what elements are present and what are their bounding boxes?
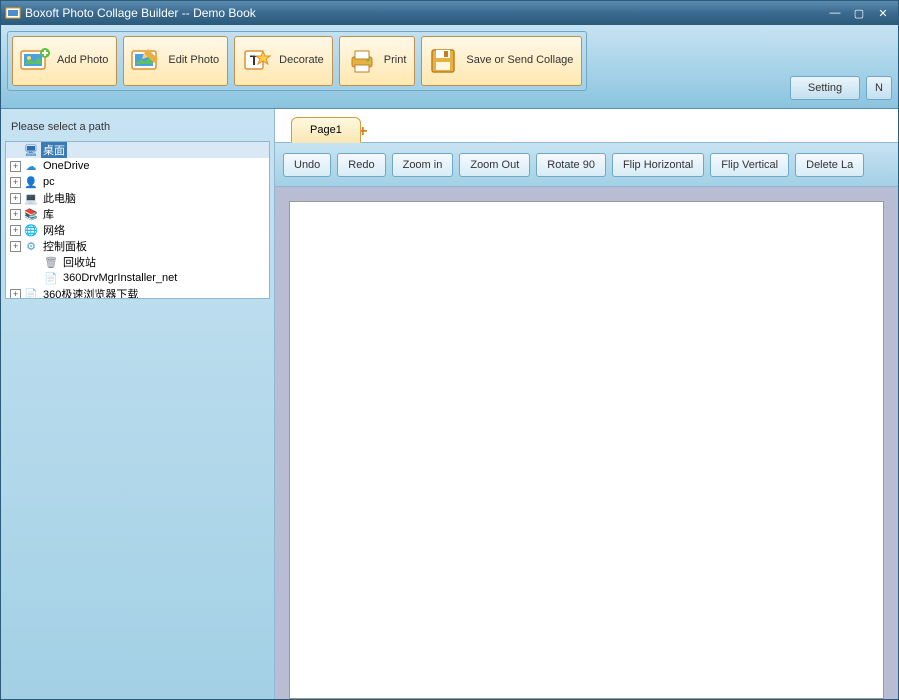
tab-page1[interactable]: Page1	[291, 117, 361, 143]
tree-expander-icon	[10, 145, 21, 156]
recycle-icon: 🗑	[43, 255, 59, 269]
network-icon: 🌐	[23, 223, 39, 237]
canvas-area	[275, 187, 898, 699]
library-icon: 📚	[23, 207, 39, 221]
tree-item-2[interactable]: +👤pc	[6, 174, 269, 190]
flip-vertical-button[interactable]: Flip Vertical	[710, 153, 789, 177]
tree-item-8[interactable]: 📄360DrvMgrInstaller_net	[6, 270, 269, 286]
tree-item-7[interactable]: 🗑回收站	[6, 254, 269, 270]
tree-expander-icon[interactable]: +	[10, 177, 21, 188]
add-photo-label: Add Photo	[57, 54, 108, 67]
flip-horizontal-button[interactable]: Flip Horizontal	[612, 153, 704, 177]
page-tabs: Page1 +	[275, 109, 898, 143]
tree-item-label: 桌面	[41, 142, 67, 158]
tree-item-9[interactable]: +📄360极速浏览器下载	[6, 286, 269, 299]
decorate-button[interactable]: T Decorate	[234, 36, 333, 86]
tree-expander-icon	[30, 273, 41, 284]
right-panel: Page1 + Undo Redo Zoom in Zoom Out Rotat…	[275, 109, 898, 699]
undo-button[interactable]: Undo	[283, 153, 331, 177]
app-window: Boxoft Photo Collage Builder -- Demo Boo…	[0, 0, 899, 700]
tree-item-0[interactable]: 🖥桌面	[6, 142, 269, 158]
main-toolbar: Add Photo Edit Photo T Decorate Print	[1, 25, 898, 109]
print-icon	[344, 43, 380, 79]
user-icon: 👤	[23, 175, 39, 189]
folder-tree[interactable]: 🖥桌面+☁OneDrive+👤pc+💻此电脑+📚库+🌐网络+⚙控制面板🗑回收站📄…	[5, 141, 270, 299]
tree-expander-icon[interactable]: +	[10, 193, 21, 204]
desktop-icon: 🖥	[23, 143, 39, 157]
left-panel: Please select a path 🖥桌面+☁OneDrive+👤pc+💻…	[1, 109, 275, 699]
tree-item-label: 控制面板	[41, 238, 87, 254]
svg-text:T: T	[250, 52, 259, 68]
zoom-out-button[interactable]: Zoom Out	[459, 153, 530, 177]
tree-item-6[interactable]: +⚙控制面板	[6, 238, 269, 254]
cloud-icon: ☁	[23, 159, 39, 173]
tree-item-label: 此电脑	[41, 190, 76, 206]
file-icon: 📄	[23, 287, 39, 299]
decorate-icon: T	[239, 43, 275, 79]
setting-button[interactable]: Setting	[790, 76, 860, 100]
next-button[interactable]: N	[866, 76, 892, 100]
window-title: Boxoft Photo Collage Builder -- Demo Boo…	[25, 6, 824, 20]
window-controls: — ▢ ✕	[824, 4, 894, 22]
edit-photo-button[interactable]: Edit Photo	[123, 36, 228, 86]
tree-item-label: 网络	[41, 222, 65, 238]
tree-item-5[interactable]: +🌐网络	[6, 222, 269, 238]
save-icon	[426, 43, 462, 79]
tree-expander-icon[interactable]: +	[10, 241, 21, 252]
canvas-page[interactable]	[289, 201, 884, 699]
toolbar-group: Add Photo Edit Photo T Decorate Print	[7, 31, 587, 91]
tree-item-label: 360极速浏览器下载	[41, 286, 138, 299]
add-photo-icon	[17, 43, 53, 79]
tree-item-label: OneDrive	[41, 160, 89, 172]
edit-photo-label: Edit Photo	[168, 54, 219, 67]
edit-photo-icon	[128, 43, 164, 79]
tree-item-label: 回收站	[61, 254, 96, 270]
toolbar-right: Setting N	[790, 31, 892, 102]
app-icon	[5, 5, 21, 21]
control-icon: ⚙	[23, 239, 39, 253]
tree-expander-icon[interactable]: +	[10, 225, 21, 236]
tree-item-1[interactable]: +☁OneDrive	[6, 158, 269, 174]
redo-button[interactable]: Redo	[337, 153, 385, 177]
delete-layer-button[interactable]: Delete La	[795, 153, 864, 177]
tree-expander-icon	[30, 257, 41, 268]
minimize-button[interactable]: —	[824, 4, 846, 22]
tree-expander-icon[interactable]: +	[10, 161, 21, 172]
tree-item-label: 库	[41, 206, 54, 222]
zoom-in-button[interactable]: Zoom in	[392, 153, 454, 177]
save-send-button[interactable]: Save or Send Collage	[421, 36, 582, 86]
titlebar: Boxoft Photo Collage Builder -- Demo Boo…	[1, 1, 898, 25]
tree-item-4[interactable]: +📚库	[6, 206, 269, 222]
tree-item-label: 360DrvMgrInstaller_net	[61, 272, 177, 284]
file-icon: 📄	[43, 271, 59, 285]
content-area: Please select a path 🖥桌面+☁OneDrive+👤pc+💻…	[1, 109, 898, 699]
maximize-button[interactable]: ▢	[848, 4, 870, 22]
print-label: Print	[384, 54, 407, 67]
print-button[interactable]: Print	[339, 36, 416, 86]
tree-expander-icon[interactable]: +	[10, 289, 21, 300]
tree-item-3[interactable]: +💻此电脑	[6, 190, 269, 206]
action-toolbar: Undo Redo Zoom in Zoom Out Rotate 90 Fli…	[275, 143, 898, 187]
tree-item-label: pc	[41, 176, 55, 188]
rotate-90-button[interactable]: Rotate 90	[536, 153, 606, 177]
computer-icon: 💻	[23, 191, 39, 205]
save-send-label: Save or Send Collage	[466, 54, 573, 67]
add-photo-button[interactable]: Add Photo	[12, 36, 117, 86]
tree-expander-icon[interactable]: +	[10, 209, 21, 220]
close-button[interactable]: ✕	[872, 4, 894, 22]
path-label: Please select a path	[5, 113, 270, 141]
decorate-label: Decorate	[279, 54, 324, 67]
